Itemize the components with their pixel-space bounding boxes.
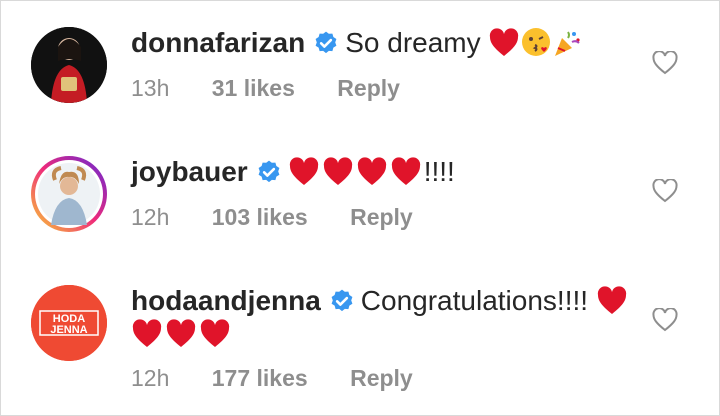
avatar-joybauer[interactable] bbox=[31, 156, 107, 232]
avatar-hodaandjenna[interactable]: HODA JENNA bbox=[31, 285, 107, 361]
heart-outline-icon[interactable] bbox=[652, 308, 678, 332]
comment-username[interactable]: joybauer bbox=[131, 156, 248, 187]
comment-text: !!!! bbox=[423, 156, 455, 187]
avatar-donnafarizan[interactable] bbox=[31, 27, 107, 103]
comment-timestamp: 12h bbox=[131, 204, 170, 230]
reply-button[interactable]: Reply bbox=[350, 203, 413, 231]
comment-username[interactable]: hodaandjenna bbox=[131, 285, 321, 316]
comment-text: Congratulations!!!! bbox=[360, 285, 589, 316]
jenna-logo-text: JENNA bbox=[50, 324, 87, 336]
comment-timestamp: 12h bbox=[131, 365, 170, 391]
red-heart-emoji bbox=[488, 28, 520, 66]
comment-text: So dreamy bbox=[345, 27, 481, 58]
heart-outline-icon[interactable] bbox=[652, 51, 678, 75]
comment-timestamp: 13h bbox=[131, 75, 170, 101]
heart-outline-icon[interactable] bbox=[652, 179, 678, 203]
red-heart-emoji bbox=[288, 157, 424, 195]
kissing-face-emoji bbox=[520, 26, 552, 66]
red-heart-emoji bbox=[131, 319, 233, 357]
comment-likes-count[interactable]: 31 likes bbox=[212, 74, 295, 102]
verified-badge-icon bbox=[258, 160, 280, 183]
verified-badge-icon bbox=[331, 289, 353, 312]
party-popper-emoji bbox=[552, 28, 582, 66]
reply-button[interactable]: Reply bbox=[350, 364, 413, 392]
comment-username[interactable]: donnafarizan bbox=[131, 27, 305, 58]
comments-panel: donnafarizan So dreamy 13h 31 likes Reply… bbox=[0, 0, 720, 416]
comment-likes-count[interactable]: 177 likes bbox=[212, 364, 308, 392]
reply-button[interactable]: Reply bbox=[337, 74, 400, 102]
comment-likes-count[interactable]: 103 likes bbox=[212, 203, 308, 231]
verified-badge-icon bbox=[315, 31, 337, 54]
